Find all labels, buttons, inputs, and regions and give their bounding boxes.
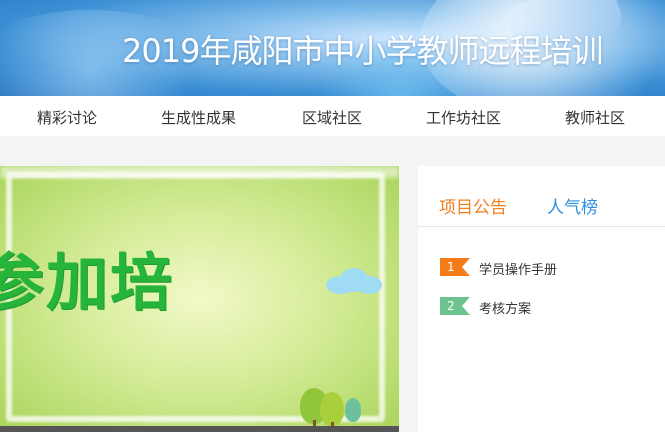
announcement-panel: 项目公告 人气榜 1 学员操作手册 2 考核方案 — [418, 166, 665, 432]
hero-text: 参加培 — [0, 246, 175, 319]
nav-item-regional-community[interactable]: 区域社区 — [302, 107, 362, 128]
cloud-icon — [322, 266, 384, 296]
nav-item-outcomes[interactable]: 生成性成果 — [161, 107, 236, 128]
hero-caption-bar — [0, 426, 399, 432]
tree-icon — [345, 398, 361, 422]
announcement-title[interactable]: 学员操作手册 — [479, 259, 557, 278]
site-title: 2019年咸阳市中小学教师远程培训 — [122, 32, 603, 70]
tab-popularity-ranking[interactable]: 人气榜 — [547, 193, 598, 218]
hero-banner-image[interactable]: 参加培 — [0, 166, 399, 432]
rank-badge: 2 — [440, 297, 470, 315]
tab-project-announcements[interactable]: 项目公告 — [439, 193, 507, 218]
tree-icon — [320, 392, 344, 426]
nav-item-teacher-community[interactable]: 教师社区 — [565, 107, 625, 128]
nav-item-discussion[interactable]: 精彩讨论 — [37, 107, 97, 128]
panel-tabs: 项目公告 人气榜 — [418, 166, 665, 227]
rank-badge: 1 — [440, 258, 470, 276]
nav-item-workshop-community[interactable]: 工作坊社区 — [426, 107, 501, 128]
hero-frame-top — [0, 166, 399, 178]
header-banner: 2019年咸阳市中小学教师远程培训 — [0, 0, 665, 96]
main-nav: 精彩讨论 生成性成果 区域社区 工作坊社区 教师社区 — [0, 96, 665, 136]
announcement-title[interactable]: 考核方案 — [479, 298, 531, 317]
